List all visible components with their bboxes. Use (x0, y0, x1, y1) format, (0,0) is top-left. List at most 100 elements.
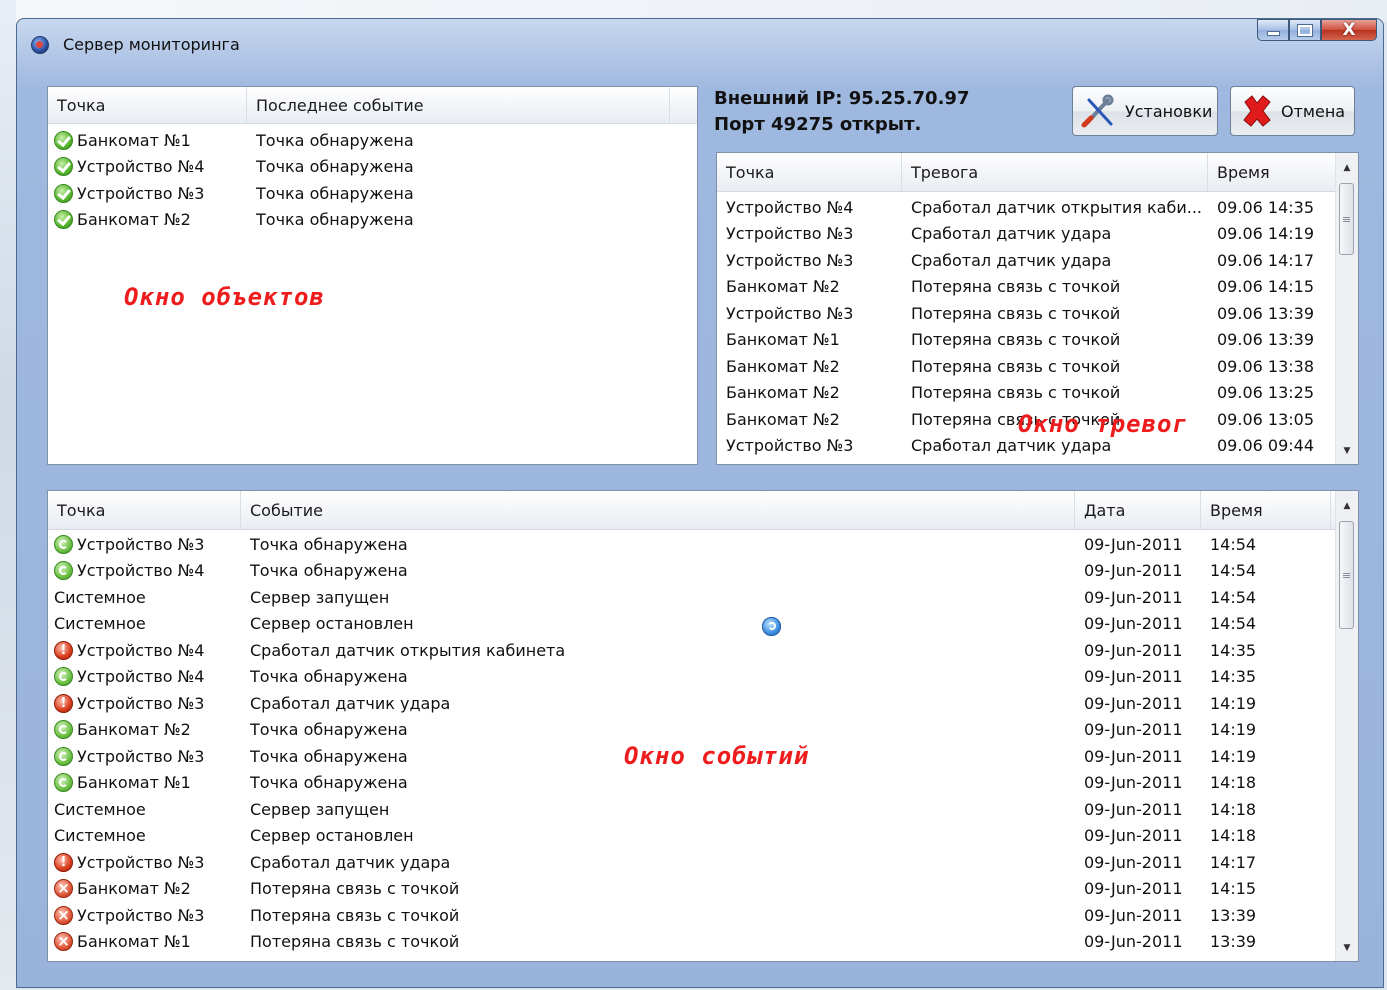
last-event-cell: Точка обнаружена (256, 157, 414, 177)
list-item[interactable]: Банкомат №1 Потеряна связь с точкой 09.06 … (717, 327, 1336, 354)
table-row[interactable]: Банкомат №2 Потеряна связь с точкой 09-Jun… (48, 876, 1336, 903)
list-item[interactable]: Устройство №3 Сработал датчик удара 09.06 … (717, 247, 1336, 274)
point-name: Устройство №4 (77, 157, 205, 177)
settings-button[interactable]: Установки (1072, 86, 1218, 136)
alarm-cell: Потеряна связь с точкой (911, 356, 1121, 376)
date-cell: 09-Jun-2011 (1084, 799, 1183, 819)
event-cell: Потеряна связь с точкой (250, 879, 460, 899)
scroll-thumb[interactable]: ≡ (1339, 521, 1354, 629)
list-item[interactable]: Банкомат №2 Точка обнаружена (48, 207, 697, 234)
list-item[interactable]: Банкомат №2 Потеряна связь с точкой 09.06 … (717, 353, 1336, 380)
point-cell: Банкомат №2 (48, 720, 241, 740)
alarms-window-annotation: Окно тревог (1018, 410, 1188, 438)
point-name: Устройство №3 (77, 534, 205, 554)
time-cell: 09.06 14:35 (1217, 197, 1314, 217)
close-button[interactable]: X (1321, 19, 1377, 41)
table-row[interactable]: Системное Сервер остановлен 09-Jun-2011 14:… (48, 617, 1336, 850)
time-cell: 09.06 13:05 (1217, 409, 1314, 429)
point-cell: Банкомат №2 (726, 356, 840, 376)
alarm-cell: Сработал датчик удара (911, 436, 1112, 456)
time-cell: 14:17 (1210, 852, 1257, 872)
point-name: Банкомат №2 (77, 210, 191, 230)
date-cell: 09-Jun-2011 (1084, 746, 1183, 766)
list-item[interactable]: Устройство №3 Сработал датчик удара 09.06 … (717, 221, 1336, 248)
table-row[interactable]: Системное Сервер запущен 09-Jun-2011 14:18 (48, 617, 1336, 823)
alarm-cell: Потеряна связь с точкой (911, 277, 1121, 297)
title-bar[interactable]: Сервер мониторинга X (17, 19, 1383, 71)
point-cell: Устройство №3 (48, 183, 247, 203)
list-item[interactable]: Устройство №4 Сработал датчик открытия ка… (717, 194, 1336, 221)
column-header-time[interactable]: Время (1201, 491, 1331, 529)
alarm-cell: Потеряна связь с точкой (911, 303, 1121, 323)
scroll-down-arrow[interactable]: ▼ (1336, 937, 1358, 959)
scroll-up-arrow[interactable]: ▲ (1336, 157, 1358, 179)
scroll-up-arrow[interactable]: ▲ (1336, 495, 1358, 517)
scroll-down-arrow[interactable]: ▼ (1336, 440, 1358, 462)
events-scrollbar[interactable]: ▲ ≡ ▼ (1335, 491, 1358, 961)
table-row[interactable]: Банкомат №1 Потеряна связь с точкой 09-Jun… (48, 929, 1336, 956)
table-row[interactable]: Устройство №4 Точка обнаружена 09-Jun-2011… (48, 558, 1336, 585)
point-name: Банкомат №1 (77, 932, 191, 952)
point-name: Устройство №3 (77, 746, 205, 766)
alarms-scrollbar[interactable]: ▲ ≡ ▼ (1335, 153, 1358, 464)
list-item[interactable]: Устройство №3 Потеряна связь с точкой 09.0… (717, 300, 1336, 327)
date-cell: 09-Jun-2011 (1084, 905, 1183, 925)
table-row[interactable]: Системное Сервер запущен 09-Jun-2011 14:54 (48, 584, 1336, 636)
table-row[interactable]: Устройство №3 Сработал датчик удара 09-Jun… (48, 849, 1336, 876)
cancel-button[interactable]: Отмена (1230, 86, 1355, 136)
column-header-point[interactable]: Точка (48, 491, 241, 529)
list-item[interactable]: Банкомат №1 Точка обнаружена (48, 127, 697, 154)
table-row[interactable]: Устройство №3 Точка обнаружена 09-Jun-2011… (48, 531, 1336, 558)
column-header-date[interactable]: Дата (1075, 491, 1201, 529)
column-header-time[interactable]: Время (1208, 153, 1336, 191)
objects-list[interactable]: Точка Последнее событие Банкомат №1 Точка… (47, 86, 698, 465)
events-list[interactable]: Точка Событие Дата Время Устройство №3 То… (47, 490, 1359, 962)
column-header-last-event[interactable]: Последнее событие (247, 87, 670, 123)
table-row[interactable]: Системное Сервер остановлен 09-Jun-2011 14:… (48, 611, 1336, 638)
table-row[interactable]: Банкомат №1 Точка обнаружена 09-Jun-2011 14… (48, 770, 1336, 797)
point-name: Банкомат №1 (77, 130, 191, 150)
point-cell: Устройство №3 (48, 852, 241, 872)
event-cell: Потеряна связь с точкой (250, 932, 460, 952)
date-cell: 09-Jun-2011 (1084, 561, 1183, 581)
event-cell: Сервер остановлен (250, 826, 414, 846)
table-row[interactable]: Устройство №3 Сработал датчик удара 09-Jun… (48, 690, 1336, 717)
status-found-icon (54, 561, 73, 581)
minimize-button[interactable] (1257, 19, 1289, 41)
table-row[interactable]: Банкомат №2 Точка обнаружена 09-Jun-2011 14… (48, 717, 1336, 744)
time-cell: 09.06 13:39 (1217, 303, 1314, 323)
time-cell: 13:39 (1210, 905, 1257, 925)
last-event-cell: Точка обнаружена (256, 130, 414, 150)
event-cell: Точка обнаружена (250, 667, 408, 687)
list-item[interactable]: Банкомат №2 Потеряна связь с точкой 09.06 … (717, 380, 1336, 407)
list-item[interactable]: Устройство №4 Точка обнаружена (48, 154, 697, 181)
table-row[interactable]: Устройство №4 Точка обнаружена 09-Jun-2011… (48, 664, 1336, 691)
time-cell: 14:54 (1210, 534, 1257, 554)
list-item[interactable]: Устройство №3 Точка обнаружена (48, 180, 697, 207)
date-cell: 09-Jun-2011 (1084, 773, 1183, 793)
time-cell: 09.06 09:44 (1217, 436, 1314, 456)
time-cell: 14:54 (1210, 561, 1257, 581)
column-header-point[interactable]: Точка (717, 153, 902, 191)
event-cell: Сработал датчик удара (250, 693, 451, 713)
column-header-alarm[interactable]: Тревога (902, 153, 1208, 191)
alarms-header: Точка Тревога Время (717, 153, 1336, 192)
table-row[interactable]: Устройство №3 Потеряна связь с точкой 09-J… (48, 902, 1336, 929)
maximize-button[interactable] (1289, 19, 1321, 41)
table-row[interactable]: Устройство №4 Сработал датчик открытия ка… (48, 637, 1336, 664)
point-name: Устройство №4 (77, 640, 205, 660)
point-cell: Устройство №3 (48, 693, 241, 713)
point-cell: Устройство №3 (726, 303, 854, 323)
cancel-button-label: Отмена (1281, 101, 1346, 121)
column-header-point[interactable]: Точка (48, 87, 247, 123)
column-header-event[interactable]: Событие (241, 491, 1075, 529)
list-item[interactable]: Банкомат №2 Потеряна связь с точкой 09.06 … (717, 274, 1336, 301)
scroll-thumb[interactable]: ≡ (1339, 183, 1354, 255)
minimize-icon (1266, 30, 1280, 36)
time-cell: 14:54 (1210, 587, 1257, 607)
point-cell: Банкомат №1 (48, 773, 241, 793)
date-cell: 09-Jun-2011 (1084, 826, 1183, 846)
point-cell: Устройство №4 (48, 157, 247, 177)
time-cell: 14:19 (1210, 693, 1257, 713)
date-cell: 09-Jun-2011 (1084, 587, 1183, 607)
